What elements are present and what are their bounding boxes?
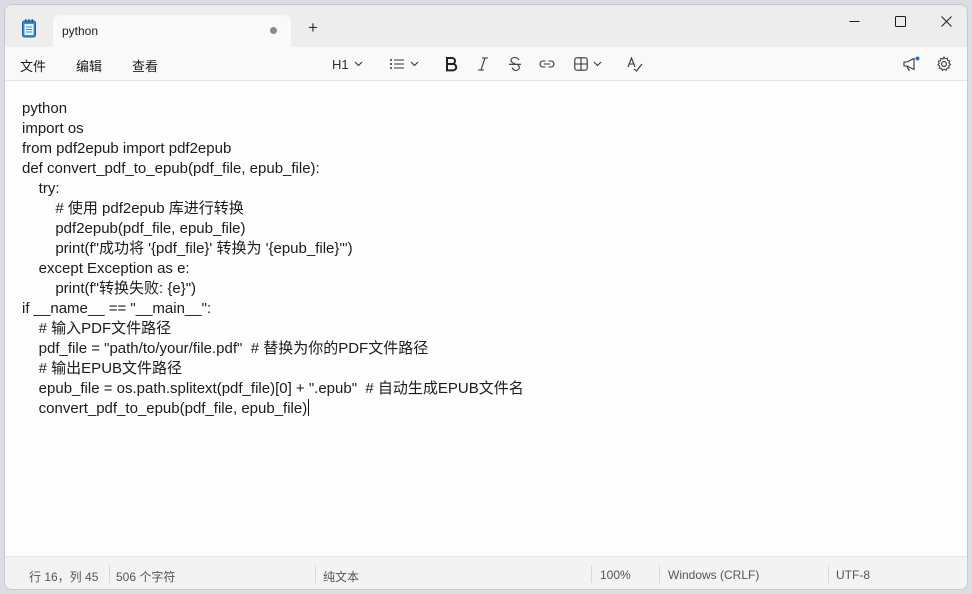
menu-view[interactable]: 查看	[132, 56, 158, 75]
menu-bar: 文件 编辑 查看 H1	[5, 47, 967, 81]
bullet-list-icon	[390, 59, 404, 69]
editor-line: python	[22, 100, 68, 117]
maximize-icon	[894, 15, 906, 27]
editor-line: # 使用 pdf2epub 库进行转换	[22, 200, 244, 217]
notepad-window: python + 文件 编辑 查看 H1 python import os fr…	[4, 4, 968, 590]
table-dropdown[interactable]	[574, 53, 602, 75]
heading-label: H1	[332, 56, 349, 72]
editor-line: try:	[22, 180, 60, 197]
character-count: 506 个字符	[116, 570, 176, 584]
status-divider	[591, 565, 592, 583]
chevron-down-icon	[410, 61, 419, 67]
italic-button[interactable]	[476, 53, 490, 75]
editor-line: def convert_pdf_to_epub(pdf_file, epub_f…	[22, 160, 320, 177]
list-dropdown[interactable]	[389, 53, 419, 75]
text-caret	[308, 399, 310, 416]
editor-line: if __name__ == "__main__":	[22, 300, 212, 317]
menu-edit[interactable]: 编辑	[76, 56, 102, 75]
maximize-button[interactable]	[877, 5, 923, 37]
editor-line: print(f"转换失败: {e}")	[22, 280, 197, 297]
editor-line: convert_pdf_to_epub(pdf_file, epub_file)	[22, 399, 310, 417]
link-icon	[539, 60, 555, 68]
editor-line: except Exception as e:	[22, 260, 190, 277]
editor-line: pdf2epub(pdf_file, epub_file)	[22, 220, 246, 237]
minimize-icon	[849, 20, 859, 22]
text-format[interactable]: 纯文本	[323, 568, 359, 585]
bold-button[interactable]	[444, 53, 458, 75]
italic-icon	[478, 57, 488, 71]
minimize-button[interactable]	[831, 5, 877, 37]
close-button[interactable]	[923, 5, 967, 37]
bold-icon	[446, 57, 458, 72]
copilot-notification-button[interactable]	[902, 53, 920, 75]
editor-line: print(f"成功将 '{pdf_file}' 转换为 '{epub_file…	[22, 240, 353, 257]
tab-python[interactable]: python	[53, 15, 291, 48]
new-tab-button[interactable]: +	[305, 19, 321, 36]
strikethrough-icon	[509, 56, 521, 72]
tab-title: python	[62, 24, 99, 38]
cursor-position: 行 16，列 45	[29, 570, 99, 584]
title-bar: python +	[5, 5, 967, 48]
table-icon	[574, 57, 588, 71]
encoding[interactable]: UTF-8	[836, 568, 870, 582]
strikethrough-button[interactable]	[508, 53, 522, 75]
spellcheck-icon	[627, 56, 643, 72]
line-ending[interactable]: Windows (CRLF)	[668, 568, 759, 582]
settings-button[interactable]	[936, 53, 952, 75]
link-button[interactable]	[539, 53, 555, 75]
notepad-app-icon	[22, 19, 36, 38]
gear-icon	[937, 56, 952, 72]
editor-text-area[interactable]: python import os from pdf2epub import pdf2…	[5, 82, 967, 556]
unsaved-dot-icon[interactable]	[270, 27, 277, 34]
zoom-level[interactable]: 100%	[600, 568, 631, 582]
close-icon	[940, 15, 952, 27]
megaphone-icon	[903, 56, 920, 71]
editor-line: epub_file = os.path.splitext(pdf_file)[0…	[22, 380, 524, 397]
status-divider	[828, 565, 829, 583]
status-bar: 行 16，列 45 506 个字符 纯文本 100% Windows (CRLF…	[5, 556, 967, 589]
editor-line: import os	[22, 120, 84, 137]
spellcheck-button[interactable]	[627, 53, 643, 75]
editor-content[interactable]: python import os from pdf2epub import pdf2…	[22, 99, 524, 419]
editor-line: from pdf2epub import pdf2epub	[22, 140, 232, 157]
status-divider	[659, 565, 660, 583]
chevron-down-icon	[593, 61, 602, 67]
editor-line: # 输出EPUB文件路径	[22, 360, 183, 377]
heading-dropdown[interactable]: H1	[332, 53, 363, 75]
status-divider	[315, 565, 316, 583]
editor-line: # 输入PDF文件路径	[22, 320, 172, 337]
editor-line: pdf_file = "path/to/your/file.pdf" # 替换为…	[22, 340, 429, 357]
chevron-down-icon	[354, 61, 363, 67]
status-divider	[109, 565, 110, 583]
menu-file[interactable]: 文件	[20, 56, 46, 75]
